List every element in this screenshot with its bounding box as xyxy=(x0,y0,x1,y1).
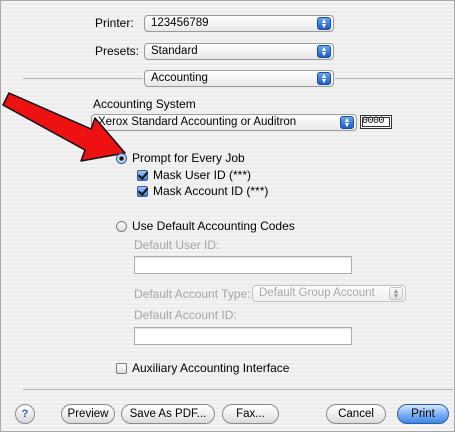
accounting-counter: 0000 xyxy=(360,115,392,129)
mask-account-label: Mask Account ID (***) xyxy=(153,184,269,198)
auxiliary-checkbox[interactable] xyxy=(116,363,127,374)
default-account-type-label: Default Account Type: xyxy=(134,287,251,301)
presets-label: Presets: xyxy=(95,44,140,58)
default-user-field[interactable] xyxy=(134,256,352,274)
presets-value: Standard xyxy=(151,45,198,57)
panel-popup[interactable]: Accounting ▲ ▼ xyxy=(144,70,334,87)
print-button[interactable]: Print xyxy=(397,404,449,424)
fax-button[interactable]: Fax... xyxy=(222,404,279,424)
default-account-type-value: Default Group Account xyxy=(259,287,375,299)
mask-user-checkbox[interactable] xyxy=(137,170,148,181)
red-arrow-icon xyxy=(2,92,126,162)
default-account-type-popup[interactable]: Default Group Account ▲ ▼ xyxy=(252,285,406,302)
help-button[interactable]: ? xyxy=(15,404,35,424)
panel-value: Accounting xyxy=(151,72,208,84)
popup-arrows-icon: ▲ ▼ xyxy=(317,72,331,85)
cancel-button[interactable]: Cancel xyxy=(326,404,386,424)
default-account-id-label: Default Account ID: xyxy=(134,308,237,322)
separator xyxy=(23,389,453,390)
default-user-label: Default User ID: xyxy=(134,238,220,252)
prompt-label: Prompt for Every Job xyxy=(132,151,245,165)
use-default-radio[interactable] xyxy=(116,221,127,232)
popup-arrows-icon: ▲ ▼ xyxy=(317,17,331,30)
preview-button[interactable]: Preview xyxy=(61,404,115,424)
printer-value: 123456789 xyxy=(151,17,209,29)
mask-user-label: Mask User ID (***) xyxy=(153,168,252,182)
popup-arrows-icon: ▲ ▼ xyxy=(389,287,403,300)
printer-label: Printer: xyxy=(95,16,134,30)
presets-popup[interactable]: Standard ▲ ▼ xyxy=(144,43,334,60)
default-account-id-field[interactable] xyxy=(134,327,352,345)
printer-popup[interactable]: 123456789 ▲ ▼ xyxy=(144,15,334,32)
mask-account-checkbox[interactable] xyxy=(137,186,148,197)
print-dialog: Printer: 123456789 ▲ ▼ Presets: Standard … xyxy=(0,0,455,432)
prompt-radio[interactable] xyxy=(116,153,127,164)
popup-arrows-icon: ▲ ▼ xyxy=(340,116,354,129)
use-default-label: Use Default Accounting Codes xyxy=(132,219,295,233)
auxiliary-label: Auxiliary Accounting Interface xyxy=(132,361,290,375)
separator xyxy=(335,78,453,79)
save-as-pdf-button[interactable]: Save As PDF... xyxy=(121,404,215,424)
popup-arrows-icon: ▲ ▼ xyxy=(317,45,331,58)
separator xyxy=(23,78,143,79)
